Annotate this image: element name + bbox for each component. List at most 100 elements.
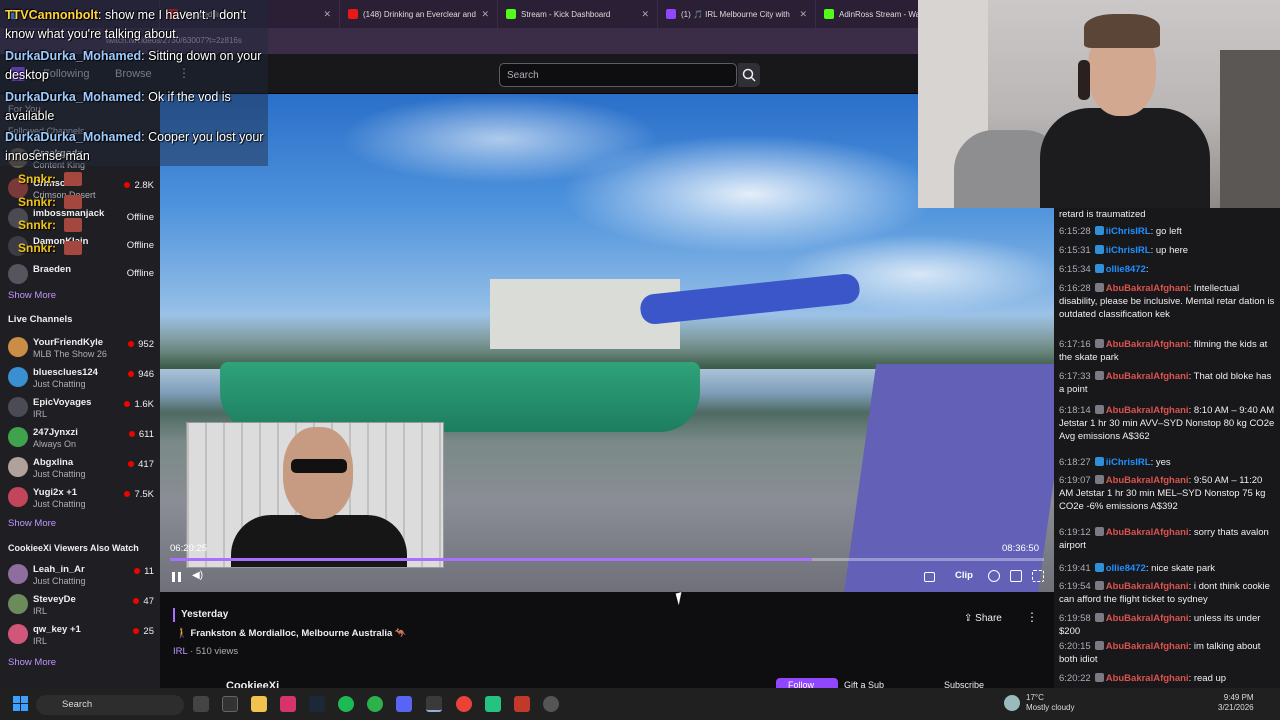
channel-name: 247Jynxzi (33, 427, 78, 438)
steam-icon[interactable] (309, 696, 325, 712)
overlay-username: DurkaDurka_Mohamed (5, 130, 142, 144)
browser-tab[interactable]: (148) Drinking an Everclear and ✕ (340, 0, 498, 28)
spotify-icon[interactable] (338, 696, 354, 712)
chat-badge-icon (1094, 371, 1104, 380)
chat-timestamp: 6:16:28 (1059, 283, 1091, 294)
chat-username[interactable]: AbuBakralAfghani (1106, 371, 1189, 382)
share-icon: ⇪ (964, 613, 976, 624)
share-button[interactable]: ⇪ Share (956, 609, 1012, 629)
sidebar-also-watch-channel[interactable]: Leah_in_Ar Just Chatting 11 (6, 562, 156, 590)
fullscreen-icon[interactable] (1032, 570, 1044, 582)
browser-tab[interactable]: AdinRoss Stream - Wa (816, 0, 918, 28)
seek-bar[interactable] (170, 558, 1044, 561)
search-input[interactable]: Search (499, 63, 737, 87)
windows-start-icon[interactable] (13, 696, 29, 712)
app-icon[interactable] (367, 696, 383, 712)
chat-username[interactable]: AbuBakralAfghani (1106, 673, 1189, 684)
sidebar-followed-channel[interactable]: Braeden Offline (6, 262, 156, 290)
settings-gear-icon[interactable] (988, 570, 1000, 582)
avatar (8, 337, 28, 357)
chat-username[interactable]: iiChrisIRL (1106, 226, 1151, 237)
chat-username[interactable]: AbuBakralAfghani (1106, 527, 1189, 538)
chat-username[interactable]: AbuBakralAfghani (1106, 405, 1189, 416)
channel-name: bluesclues124 (33, 367, 98, 378)
sidebar-live-channel[interactable]: 247Jynxzi Always On 611 (6, 425, 156, 453)
chat-username[interactable]: AbuBakralAfghani (1106, 283, 1189, 294)
sidebar-live-channel[interactable]: Yugi2x +1 Just Chatting 7.5K (6, 485, 156, 513)
sidebar-also-watch-channel[interactable]: SteveyDe IRL 47 (6, 592, 156, 620)
app-icon[interactable] (543, 696, 559, 712)
terminal-icon[interactable] (222, 696, 238, 712)
chat-username[interactable]: ollie8472 (1106, 264, 1146, 275)
chat-message: retard is traumatized (1059, 208, 1277, 221)
viewer-count: 1.6K (124, 399, 154, 410)
chat-username[interactable]: iiChrisIRL (1106, 245, 1151, 256)
show-more-live[interactable]: Show More (8, 518, 56, 529)
show-more-followed[interactable]: Show More (8, 290, 56, 301)
chat-message: 6:19:58 AbuBakralAfghani: unless its unde… (1059, 612, 1277, 638)
category-link[interactable]: IRL (173, 646, 187, 657)
discord-icon[interactable] (396, 696, 412, 712)
headset (1078, 60, 1090, 100)
chat-username[interactable]: AbuBakralAfghani (1106, 581, 1189, 592)
live-dot-icon (128, 461, 135, 467)
theatre-mode-icon[interactable] (1010, 570, 1022, 582)
chat-username[interactable]: AbuBakralAfghani (1106, 613, 1189, 624)
chat-username[interactable]: ollie8472 (1106, 563, 1146, 574)
task-view-icon[interactable] (193, 696, 209, 712)
overlay-username: DurkaDurka_Mohamed (5, 90, 142, 104)
obs-icon[interactable] (426, 696, 442, 712)
sidebar-live-channel[interactable]: Abgxlina Just Chatting 417 (6, 455, 156, 483)
avatar (8, 264, 28, 284)
taskbar-search[interactable]: Search (36, 695, 184, 715)
emote-icon (64, 218, 82, 232)
viewer-count: 11 (134, 566, 154, 577)
sidebar-also-watch-channel[interactable]: qw_key +1 IRL 25 (6, 622, 156, 650)
tab-close-icon[interactable]: ✕ (323, 9, 331, 20)
chat-username[interactable]: AbuBakralAfghani (1106, 475, 1189, 486)
chat-timestamp: 6:19:54 (1059, 581, 1091, 592)
chat-username[interactable]: AbuBakralAfghani (1106, 641, 1189, 652)
browser-tab[interactable]: (1) 🎵 IRL Melbourne City with ✕ (658, 0, 816, 28)
browser-tab[interactable]: Stream - Kick Dashboard ✕ (498, 0, 658, 28)
tab-close-icon[interactable]: ✕ (799, 9, 807, 20)
chat-panel: retard is traumatized 6:15:28 iiChrisIRL : … (1054, 208, 1280, 688)
clip-icon[interactable] (924, 572, 935, 582)
chat-badge-icon (1094, 226, 1104, 235)
overlay-username: TTVCannonbolt (5, 8, 99, 22)
chat-username[interactable]: AbuBakralAfghani (1106, 339, 1189, 350)
more-options-icon[interactable]: ⋮ (1026, 610, 1038, 624)
sidebar-live-channel[interactable]: EpicVoyages IRL 1.6K (6, 395, 156, 423)
chat-message: 6:19:07 AbuBakralAfghani: 9:50 AM – 11:20… (1059, 474, 1277, 513)
sidebar-live-channel[interactable]: bluesclues124 Just Chatting 946 (6, 365, 156, 393)
instagram-icon[interactable] (280, 696, 296, 712)
app-icon[interactable] (485, 696, 501, 712)
picture-in-picture-overlay (186, 422, 444, 568)
chat-text: : read up (1188, 673, 1227, 684)
clip-button[interactable]: Clip (955, 570, 973, 581)
channel-name: Leah_in_Ar (33, 564, 85, 575)
overlay-chat-line: TTVCannonbolt: show me I haven't. I don'… (5, 8, 246, 41)
video-title: 🚶 Frankston & Mordialloc, Melbourne Aust… (176, 628, 407, 639)
tab-close-icon[interactable]: ✕ (641, 9, 649, 20)
tab-close-icon[interactable]: ✕ (481, 9, 489, 20)
chat-timestamp: 6:18:27 (1059, 457, 1091, 468)
search-button[interactable] (738, 63, 760, 87)
chat-badge-icon (1094, 613, 1104, 622)
file-explorer-icon[interactable] (251, 696, 267, 712)
show-more-also-watch[interactable]: Show More (8, 657, 56, 668)
chat-badge-icon (1094, 581, 1104, 590)
chat-timestamp: 6:15:28 (1059, 226, 1091, 237)
chrome-icon[interactable] (456, 696, 472, 712)
weather-widget[interactable]: 17°C Mostly cloudy (1026, 693, 1074, 713)
app-icon[interactable] (514, 696, 530, 712)
pause-button[interactable] (171, 571, 183, 583)
volume-icon[interactable]: ◀) (192, 570, 203, 581)
chat-message: 6:15:31 iiChrisIRL: up here (1059, 244, 1277, 257)
sidebar-live-channel[interactable]: YourFriendKyle MLB The Show 26 952 (6, 335, 156, 363)
channel-game: Just Chatting (33, 499, 86, 509)
chat-username[interactable]: iiChrisIRL (1106, 457, 1151, 468)
avatar (8, 564, 28, 584)
chat-badge-icon (1094, 563, 1104, 572)
taskbar-clock[interactable]: 9:49 PM 3/21/2026 (1218, 693, 1254, 713)
